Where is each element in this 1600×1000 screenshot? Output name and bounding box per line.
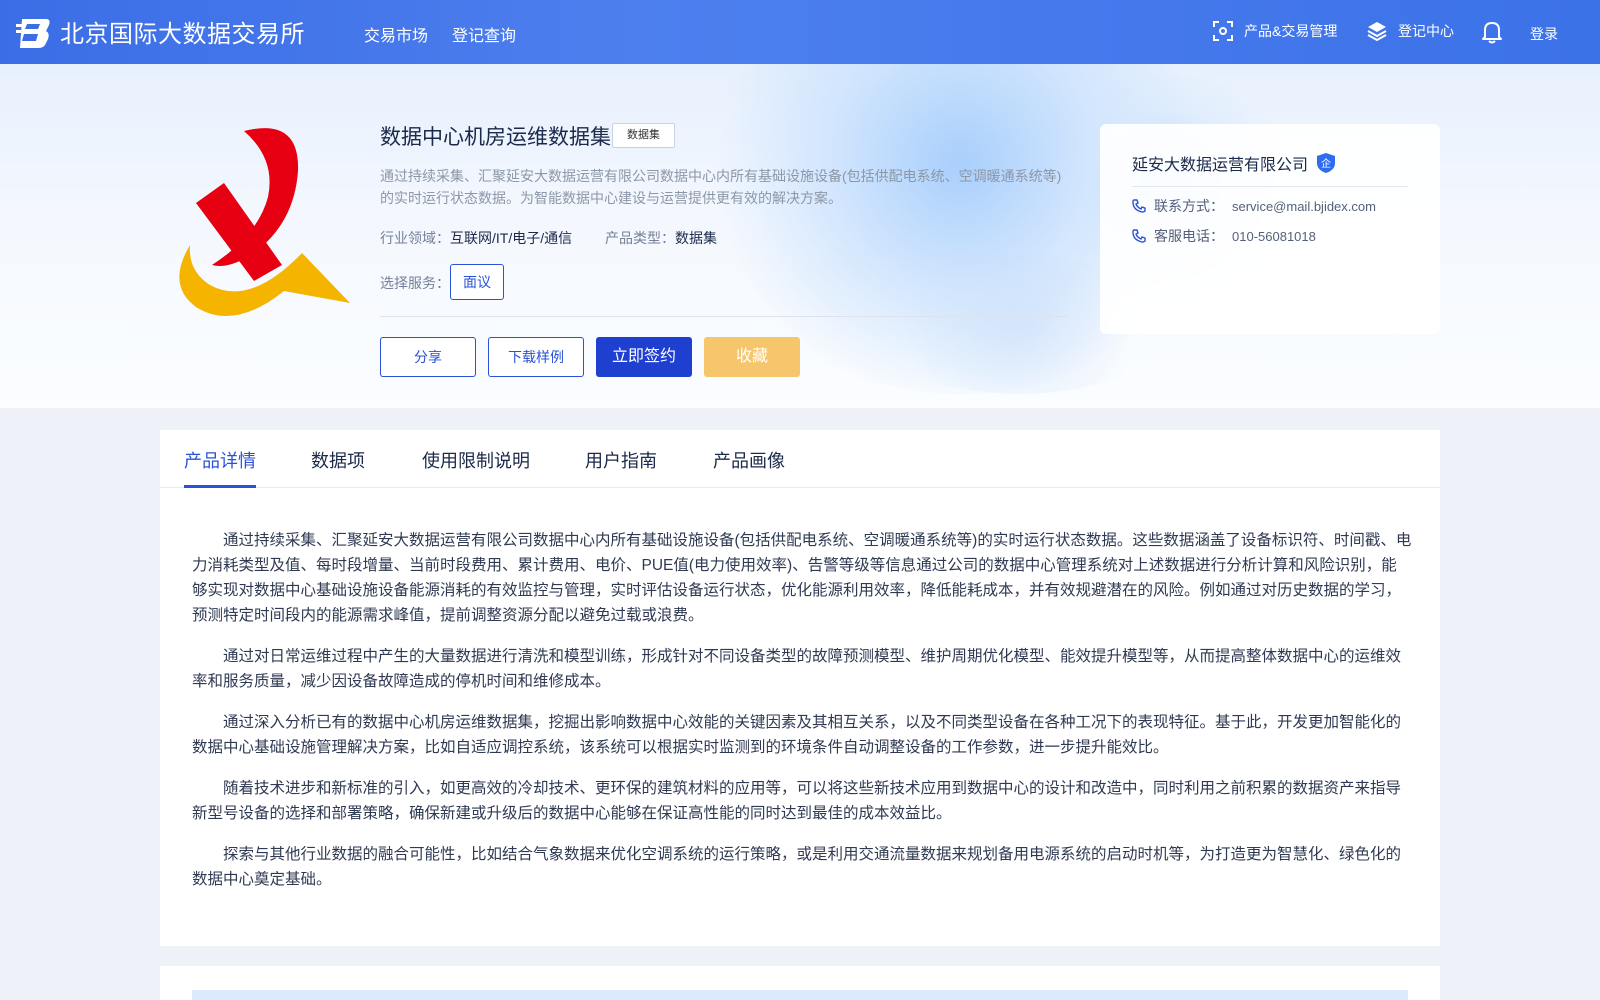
contact-row: 联系方式： service@mail.bjidex.com <box>1132 196 1376 216</box>
detail-paragraph: 通过深入分析已有的数据中心机房运维数据集，挖掘出影响数据中心效能的关键因素及其相… <box>192 714 1402 756</box>
detail-paragraph: 探索与其他行业数据的融合可能性，比如结合气象数据来优化空调系统的运行策略，或是利… <box>192 846 1402 888</box>
phone-number: 010-56081018 <box>1232 228 1316 244</box>
nav-trade-market[interactable]: 交易市场 <box>364 22 428 46</box>
tab-user-guide[interactable]: 用户指南 <box>585 447 657 473</box>
register-center-label: 登记中心 <box>1398 23 1454 39</box>
contact-email: service@mail.bjidex.com <box>1232 198 1376 214</box>
tab-product-profile[interactable]: 产品画像 <box>713 447 785 473</box>
brand-logo-icon <box>16 18 50 48</box>
product-details-content: 通过持续采集、汇聚延安大数据运营有限公司数据中心内所有基础设施设备(包括供配电系… <box>192 528 1412 908</box>
type-meta: 产品类型：数据集 <box>605 228 717 248</box>
enterprise-badge-icon: 企 <box>1317 153 1335 173</box>
type-value: 数据集 <box>675 230 717 246</box>
phone-icon <box>1132 199 1146 213</box>
site-name: 北京国际大数据交易所 <box>60 21 305 48</box>
detail-paragraph: 随着技术进步和新标准的引入，如更高效的冷却技术、更环保的建筑材料的应用等，可以将… <box>192 780 1402 822</box>
top-header: 北京国际大数据交易所 交易市场 登记查询 产品&交易管理 登记中心 登录 <box>0 0 1600 64</box>
register-center-link[interactable]: 登记中心 <box>1366 20 1454 42</box>
brand[interactable]: 北京国际大数据交易所 <box>16 14 305 49</box>
section-header-bar <box>192 990 1408 1000</box>
phone-row: 客服电话： 010-56081018 <box>1132 226 1316 246</box>
bell-icon[interactable] <box>1481 20 1503 44</box>
scan-icon <box>1213 21 1233 41</box>
detail-paragraph: 通过持续采集、汇聚延安大数据运营有限公司数据中心内所有基础设施设备(包括供配电系… <box>192 532 1412 624</box>
favorite-button[interactable]: 收藏 <box>704 337 800 377</box>
detail-panel: 产品详情 数据项 使用限制说明 用户指南 产品画像 通过持续采集、汇聚延安大数据… <box>160 430 1440 946</box>
industry-label: 行业领域： <box>380 230 450 246</box>
divider <box>380 316 1068 317</box>
product-logo <box>179 128 350 316</box>
company-name[interactable]: 延安大数据运营有限公司 <box>1132 151 1308 175</box>
product-mgmt-link[interactable]: 产品&交易管理 <box>1212 20 1337 42</box>
detail-paragraph: 通过对日常运维过程中产生的大量数据进行清洗和模型训练，形成针对不同设备类型的故障… <box>192 648 1402 690</box>
login-link[interactable]: 登录 <box>1530 24 1558 44</box>
service-label: 选择服务： <box>380 275 450 291</box>
industry-value: 互联网/IT/电子/通信 <box>450 230 573 246</box>
phone-label: 客服电话： <box>1154 228 1224 244</box>
product-title: 数据中心机房运维数据集 <box>380 126 611 149</box>
product-tag: 数据集 <box>612 123 675 148</box>
nav-register-query[interactable]: 登记查询 <box>452 22 516 46</box>
active-tab-indicator <box>184 485 256 488</box>
sign-now-button[interactable]: 立即签约 <box>596 337 692 377</box>
industry-meta: 行业领域：互联网/IT/电子/通信 <box>380 228 572 248</box>
enterprise-badge-text: 企 <box>1321 157 1331 170</box>
tab-product-details[interactable]: 产品详情 <box>184 447 256 473</box>
tab-data-items[interactable]: 数据项 <box>311 447 365 473</box>
tab-bar: 产品详情 数据项 使用限制说明 用户指南 产品画像 <box>160 430 1440 488</box>
contact-label: 联系方式： <box>1154 198 1224 214</box>
card-divider <box>1132 186 1408 187</box>
company-card: 延安大数据运营有限公司 企 联系方式： service@mail.bjidex.… <box>1100 124 1440 334</box>
layers-icon <box>1367 22 1387 42</box>
product-mgmt-label: 产品&交易管理 <box>1244 23 1338 39</box>
type-label: 产品类型： <box>605 230 675 246</box>
service-option-negotiable[interactable]: 面议 <box>450 264 504 300</box>
share-button[interactable]: 分享 <box>380 337 476 377</box>
phone-icon <box>1132 229 1146 243</box>
next-section-panel <box>160 966 1440 1000</box>
download-sample-button[interactable]: 下载样例 <box>488 337 584 377</box>
product-description: 通过持续采集、汇聚延安大数据运营有限公司数据中心内所有基础设施设备(包括供配电系… <box>380 168 1062 206</box>
tab-usage-limits[interactable]: 使用限制说明 <box>422 447 530 473</box>
